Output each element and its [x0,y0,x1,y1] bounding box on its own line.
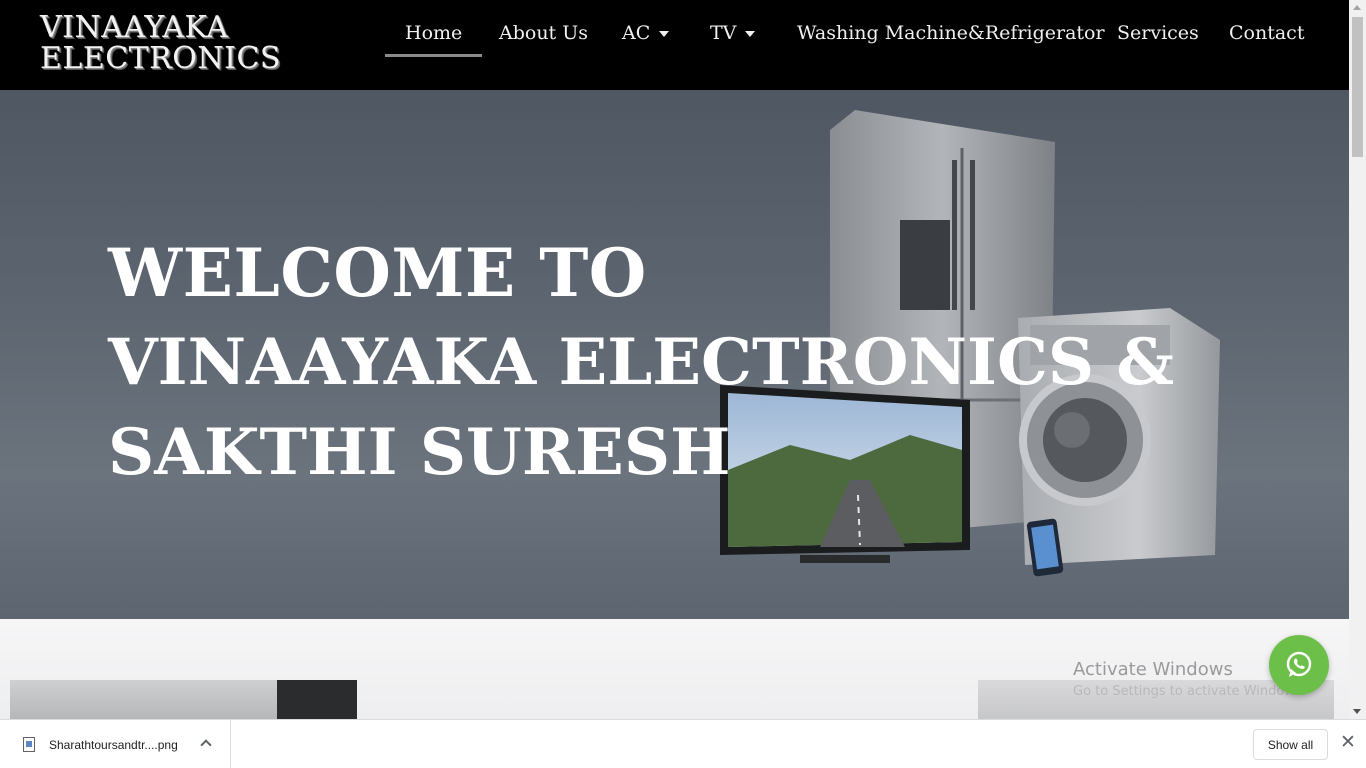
close-icon[interactable]: ✕ [1340,733,1356,753]
nav-ac-label: AC [622,22,651,44]
nav-ac[interactable]: AC [622,22,670,56]
hero-banner: WELCOME TO VINAAYAKA ELECTRONICS & SAKTH… [0,90,1349,619]
chevron-up-icon[interactable] [200,739,212,751]
show-all-button[interactable]: Show all [1253,729,1328,760]
hero-line-1: WELCOME TO [108,234,647,312]
whatsapp-button[interactable] [1269,635,1329,695]
nav-contact[interactable]: Contact [1229,22,1304,56]
nav-home[interactable]: Home [384,22,483,57]
hero-line-2: VINAAYAKA ELECTRONICS & [108,325,1175,400]
vertical-scrollbar[interactable] [1349,0,1366,719]
nav-services[interactable]: Services [1117,22,1199,56]
nav-about-us[interactable]: About Us [499,22,588,56]
activate-subtitle: Go to Settings to activate Windows. [1073,684,1306,699]
hero-heading: WELCOME TO VINAAYAKA ELECTRONICS & SAKTH… [108,228,1174,498]
site-logo[interactable]: VINAAYAKA ELECTRONICS [40,12,281,74]
download-bar: Sharathtoursandtr....png Show all ✕ [0,719,1366,768]
nav-washing-label: Washing Machine&Refrigerator [797,22,1105,44]
nav-tv-label: TV [710,22,737,44]
nav-about-us-label: About Us [499,22,588,44]
logo-line-1: VINAAYAKA [40,10,229,45]
nav-services-label: Services [1117,22,1199,44]
whatsapp-icon [1286,651,1312,677]
nav-washing-machine-refrigerator[interactable]: Washing Machine&Refrigerator [797,22,1105,56]
caret-down-icon [745,31,756,37]
image-file-icon [23,737,35,752]
nav-tv[interactable]: TV [710,22,756,56]
scrollbar-thumb[interactable] [1352,17,1363,157]
scroll-down-arrow-icon[interactable] [1353,709,1361,714]
nav-home-label: Home [405,22,463,44]
hero-line-3: SAKTHI SURESH [108,415,731,490]
scroll-up-arrow-icon[interactable] [1353,5,1361,10]
download-file-name: Sharathtoursandtr....png [49,738,178,752]
nav-contact-label: Contact [1229,22,1305,44]
caret-down-icon [659,31,670,37]
download-item[interactable]: Sharathtoursandtr....png [0,720,231,768]
logo-line-2: ELECTRONICS [40,41,281,76]
site-header: VINAAYAKA ELECTRONICS Home About Us AC T… [0,0,1349,90]
product-image-left[interactable] [10,680,357,719]
